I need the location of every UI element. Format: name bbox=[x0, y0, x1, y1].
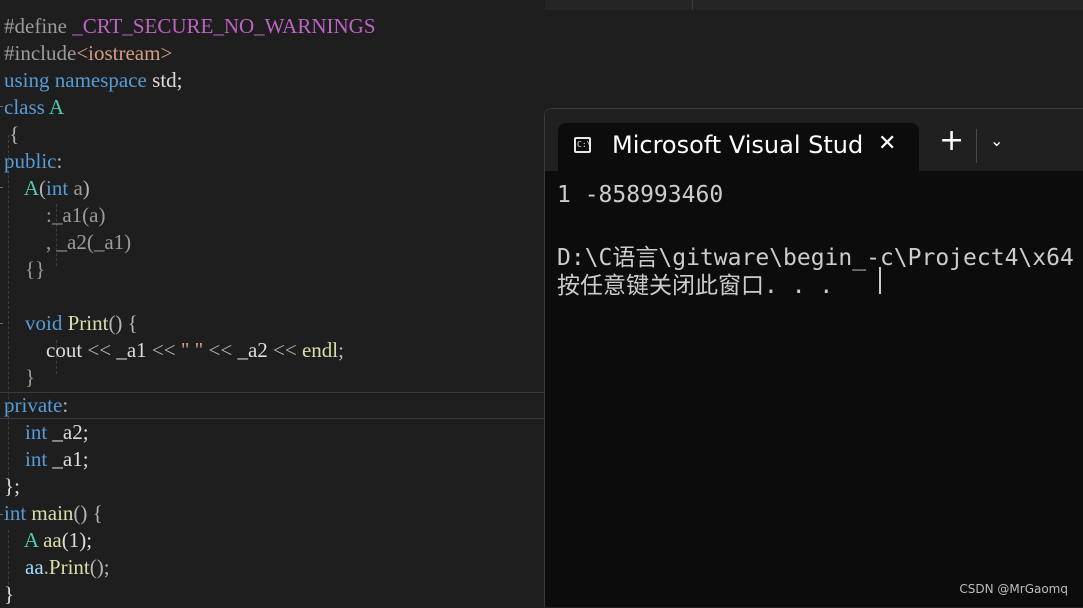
code-line: #include<iostream> bbox=[4, 40, 172, 67]
code-editor[interactable]: #define _CRT_SECURE_NO_WARNINGS #include… bbox=[0, 0, 545, 606]
code-line: cout << _a1 << " " << _a2 << endl; bbox=[4, 337, 344, 364]
code-line: public: bbox=[4, 148, 62, 175]
directive: #define bbox=[4, 14, 67, 38]
initializer: :_a1(a) bbox=[46, 203, 106, 227]
function-name: main bbox=[31, 501, 74, 525]
directive: #include bbox=[4, 41, 77, 65]
keyword: void bbox=[25, 311, 63, 335]
console-output-line: 1 -858993460 bbox=[557, 182, 724, 208]
fold-marker[interactable] bbox=[0, 514, 3, 515]
code-line: int _a2; bbox=[4, 419, 89, 446]
operator: << bbox=[146, 338, 181, 362]
semicolon: ; bbox=[338, 338, 344, 362]
code-line: using namespace std; bbox=[4, 67, 182, 94]
tab-strip-divider bbox=[692, 0, 693, 10]
fold-marker[interactable] bbox=[0, 187, 3, 188]
brace: } bbox=[4, 582, 15, 606]
operator: << bbox=[267, 338, 302, 362]
identifier: _a1 bbox=[116, 338, 147, 362]
constructor-name: A bbox=[23, 176, 40, 200]
function-name: Print bbox=[67, 311, 109, 335]
close-icon[interactable]: ✕ bbox=[878, 131, 896, 156]
code-line: class A bbox=[4, 94, 64, 121]
code-line: void Print() { bbox=[4, 310, 138, 337]
class-name: A bbox=[48, 95, 65, 119]
keyword: int bbox=[25, 420, 48, 444]
keyword: namespace bbox=[54, 68, 147, 92]
function-name: Print bbox=[48, 555, 90, 579]
brace: }; bbox=[4, 474, 20, 498]
brace: () { bbox=[108, 311, 138, 335]
identifier: cout bbox=[46, 338, 83, 362]
access-specifier: public bbox=[4, 149, 57, 173]
initializer: , _a2(_a1) bbox=[46, 230, 132, 254]
paren: ( bbox=[39, 176, 47, 200]
fold-marker[interactable] bbox=[0, 323, 3, 324]
code-line: {} bbox=[4, 256, 45, 283]
macro-name: _CRT_SECURE_NO_WARNINGS bbox=[72, 14, 376, 38]
keyword: int bbox=[4, 501, 27, 525]
string-literal: " " bbox=[180, 338, 204, 362]
include-header: <iostream> bbox=[76, 41, 173, 65]
console-output-line: 按任意键关闭此窗口. . . bbox=[557, 273, 834, 299]
class-name: A bbox=[23, 528, 38, 552]
watermark: CSDN @MrGaomq bbox=[959, 582, 1068, 596]
colon: : bbox=[56, 149, 63, 173]
access-specifier: private bbox=[4, 393, 63, 417]
tab-title: Microsoft Visual Stud bbox=[612, 131, 864, 159]
code-line: int _a1; bbox=[4, 446, 89, 473]
code-line: }; bbox=[4, 473, 20, 500]
new-tab-button[interactable]: + bbox=[939, 126, 964, 156]
keyword: class bbox=[4, 95, 45, 119]
identifier: _a2 bbox=[237, 338, 268, 362]
brace: () { bbox=[73, 501, 103, 525]
terminal-tab[interactable]: C:\ Microsoft Visual Stud ✕ bbox=[558, 123, 919, 171]
keyword: int bbox=[46, 176, 69, 200]
colon: : bbox=[62, 393, 69, 417]
operator: << bbox=[82, 338, 117, 362]
terminal-window[interactable]: C:\ Microsoft Visual Stud ✕ + ⌄ 1 -85899… bbox=[544, 108, 1083, 607]
code-line: aa.Print(); bbox=[4, 554, 110, 581]
terminal-tab-bar: C:\ Microsoft Visual Stud ✕ + ⌄ bbox=[545, 109, 1083, 171]
text-cursor bbox=[879, 267, 881, 294]
operator: << bbox=[203, 338, 238, 362]
paren: ) bbox=[82, 176, 90, 200]
code-line: :_a1(a) bbox=[4, 202, 105, 229]
code-line: private: bbox=[4, 392, 68, 419]
brace: } bbox=[25, 365, 36, 389]
code-line: } bbox=[4, 581, 14, 608]
identifier: std; bbox=[152, 68, 183, 92]
code-line: { bbox=[4, 121, 19, 148]
code-line: A(int a) bbox=[4, 175, 90, 202]
fold-marker[interactable] bbox=[0, 106, 3, 107]
function-name: endl bbox=[301, 338, 339, 362]
chevron-down-icon[interactable]: ⌄ bbox=[990, 131, 1003, 150]
parameter: a bbox=[73, 176, 83, 200]
keyword: using bbox=[4, 68, 50, 92]
code-line: } bbox=[4, 364, 35, 391]
brace: { bbox=[9, 122, 20, 146]
brace: {} bbox=[25, 257, 46, 281]
call-args: (1); bbox=[61, 528, 93, 552]
console-app-icon: C:\ bbox=[574, 137, 591, 153]
variable-name: aa bbox=[25, 555, 44, 579]
member-variable: _a2; bbox=[47, 420, 89, 444]
tab-bar-divider bbox=[976, 129, 977, 163]
code-line: , _a2(_a1) bbox=[4, 229, 131, 256]
call-args: (); bbox=[89, 555, 110, 579]
code-line: A aa(1); bbox=[4, 527, 92, 554]
variable-name: aa bbox=[43, 528, 62, 552]
current-line-highlight bbox=[0, 392, 545, 419]
code-line: int main() { bbox=[4, 500, 103, 527]
code-line: #define _CRT_SECURE_NO_WARNINGS bbox=[4, 13, 376, 40]
keyword: int bbox=[25, 447, 48, 471]
member-variable: _a1; bbox=[47, 447, 89, 471]
